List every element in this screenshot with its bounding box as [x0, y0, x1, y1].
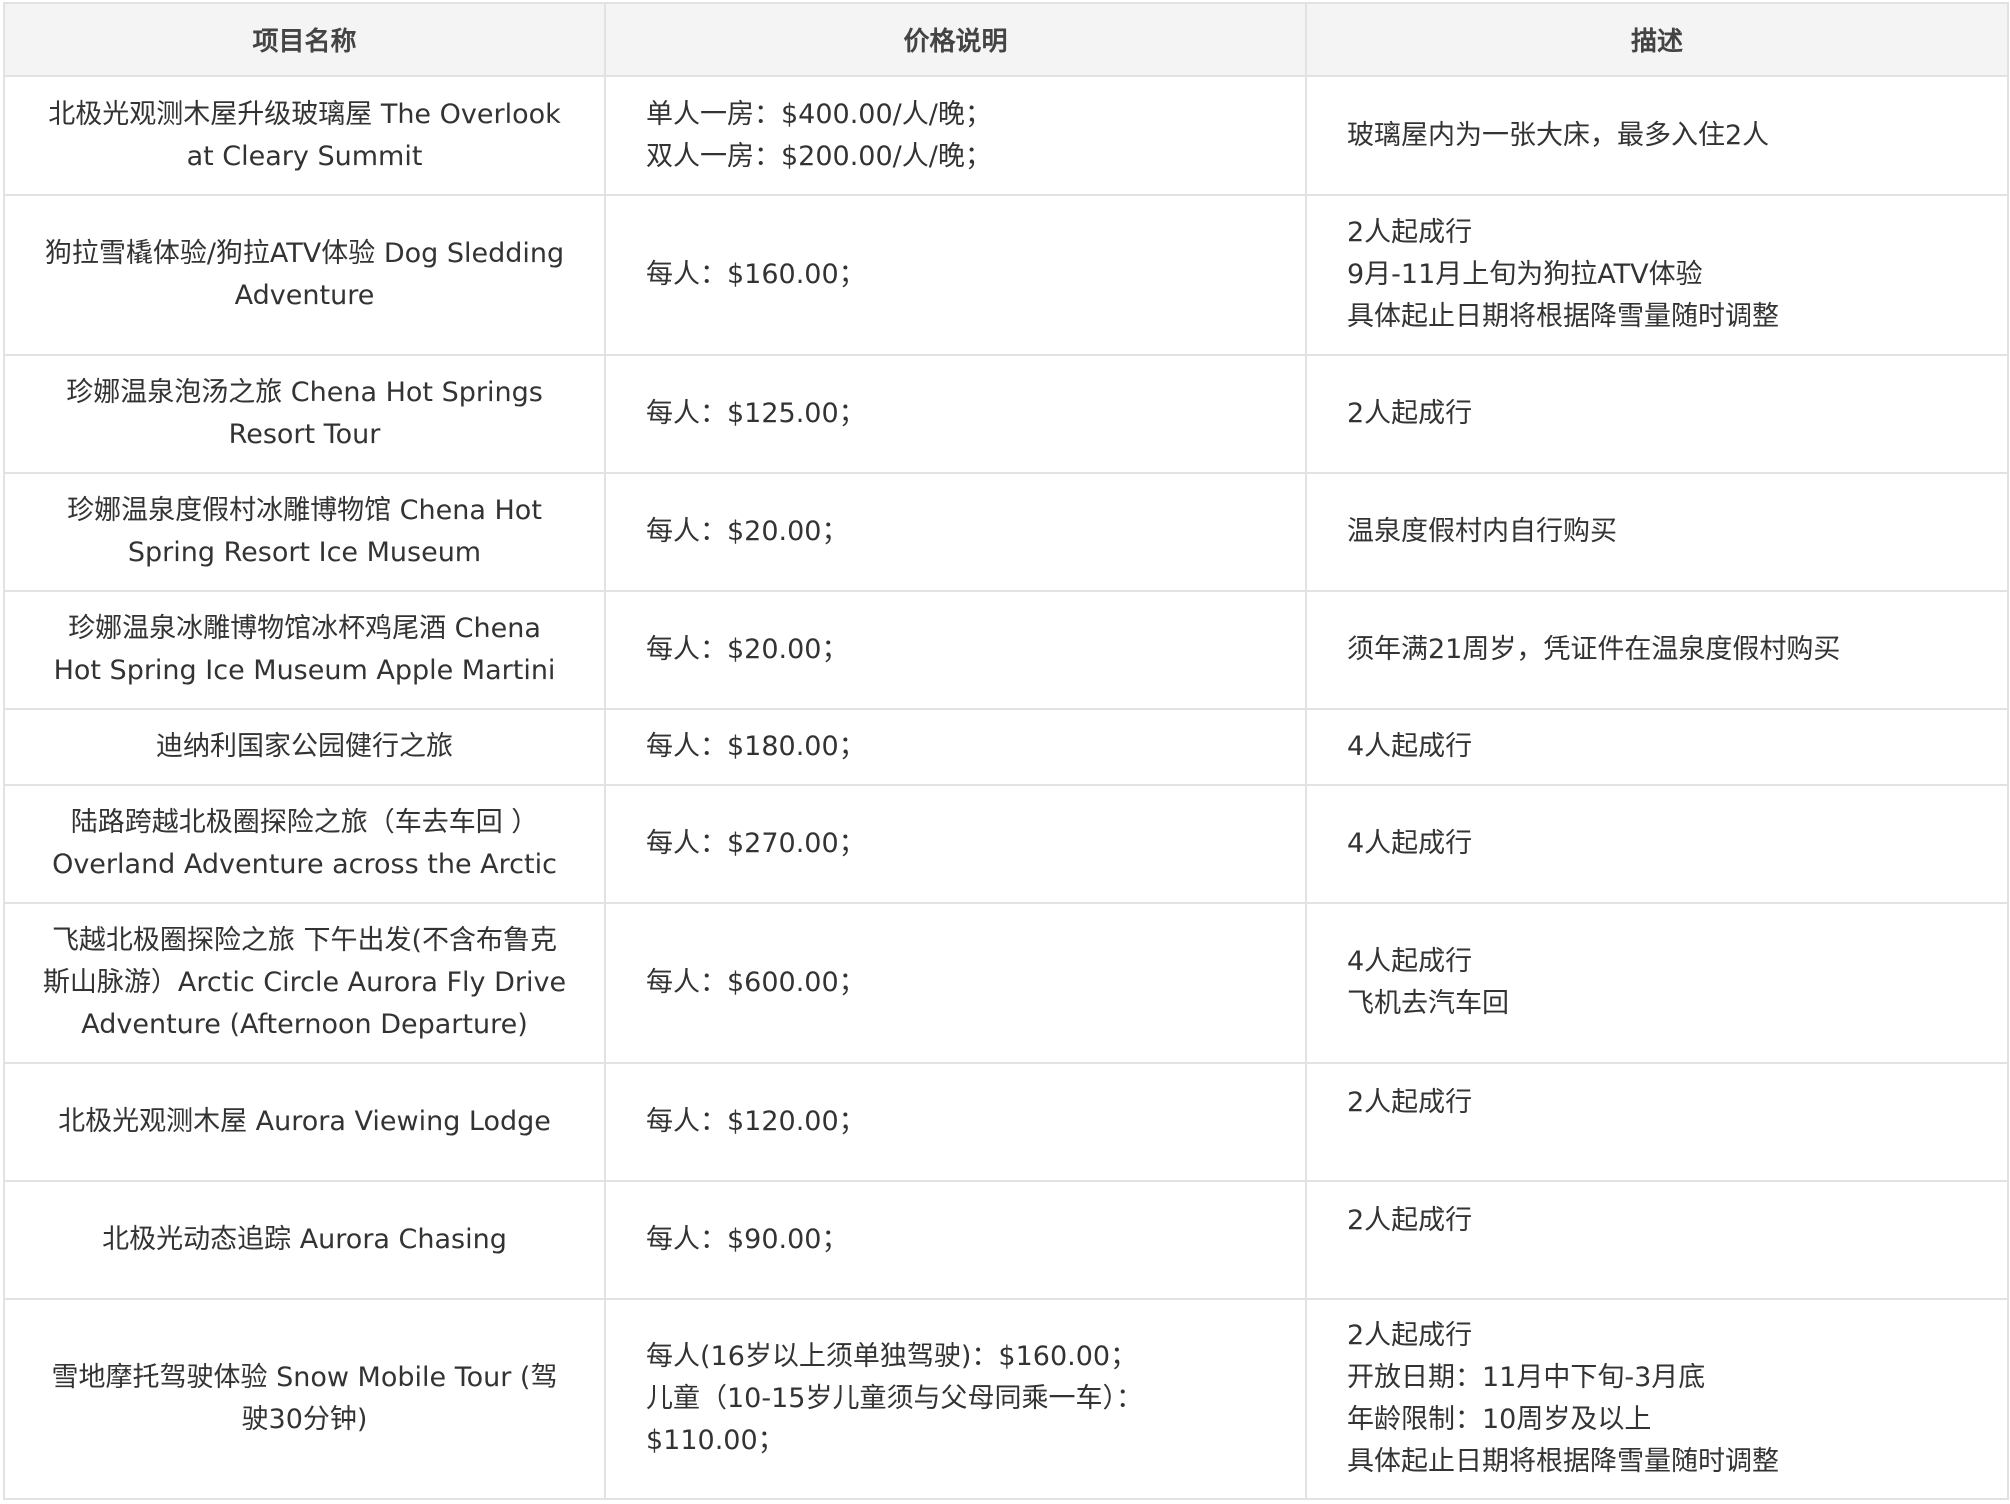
- description-line: 9月-11月上旬为狗拉ATV体验: [1347, 259, 1703, 290]
- price-line: 每人：$600.00；: [646, 967, 866, 998]
- description-cell: 须年满21周岁，凭证件在温泉度假村购买: [1305, 590, 2009, 710]
- table-header-row: 项目名称 价格说明 描述: [3, 2, 2009, 77]
- price-cell: 每人：$180.00；: [604, 708, 1307, 786]
- table-row: 北极光动态追踪 Aurora Chasing 每人：$90.00； 2人起成行: [3, 1180, 2009, 1300]
- description-cell: 2人起成行 开放日期：11月中下旬-3月底 年龄限制：10周岁及以上 具体起止日…: [1305, 1298, 2009, 1500]
- price-cell: 每人：$600.00；: [604, 902, 1307, 1064]
- price-line: 每人(16岁以上须单独驾驶)：$160.00；: [646, 1341, 1138, 1372]
- item-name: 陆路跨越北极圈探险之旅（车去车回 ）Overland Adventure acr…: [3, 784, 606, 904]
- description-line: 2人起成行: [1347, 1087, 1473, 1118]
- description-line: 开放日期：11月中下旬-3月底: [1347, 1362, 1706, 1393]
- description-cell: 2人起成行: [1305, 1062, 2009, 1182]
- price-cell: 每人：$270.00；: [604, 784, 1307, 904]
- table-row: 珍娜温泉度假村冰雕博物馆 Chena Hot Spring Resort Ice…: [3, 472, 2009, 592]
- item-name: 北极光观测木屋 Aurora Viewing Lodge: [3, 1062, 606, 1182]
- table-row: 狗拉雪橇体验/狗拉ATV体验 Dog Sledding Adventure 每人…: [3, 194, 2009, 356]
- item-name: 珍娜温泉冰雕博物馆冰杯鸡尾酒 Chena Hot Spring Ice Muse…: [3, 590, 606, 710]
- price-cell: 单人一房：$400.00/人/晚； 双人一房：$200.00/人/晚；: [604, 75, 1307, 196]
- header-description: 描述: [1305, 2, 2009, 77]
- description-line: 4人起成行: [1347, 828, 1473, 859]
- price-line: 每人：$120.00；: [646, 1106, 866, 1137]
- table-row: 陆路跨越北极圈探险之旅（车去车回 ）Overland Adventure acr…: [3, 784, 2009, 904]
- description-line: 须年满21周岁，凭证件在温泉度假村购买: [1347, 634, 1841, 665]
- description-line: 4人起成行: [1347, 731, 1473, 762]
- item-name: 北极光观测木屋升级玻璃屋 The Overlook at Cleary Summ…: [3, 75, 606, 196]
- price-line: 每人：$20.00；: [646, 516, 849, 547]
- description-cell: 4人起成行: [1305, 708, 2009, 786]
- price-line: 每人：$125.00；: [646, 398, 866, 429]
- price-cell: 每人：$90.00；: [604, 1180, 1307, 1300]
- price-line: 每人：$160.00；: [646, 259, 866, 290]
- description-cell: 4人起成行: [1305, 784, 2009, 904]
- price-cell: 每人：$120.00；: [604, 1062, 1307, 1182]
- description-cell: 玻璃屋内为一张大床，最多入住2人: [1305, 75, 2009, 196]
- description-line: 玻璃屋内为一张大床，最多入住2人: [1347, 119, 1770, 151]
- description-line: 2人起成行: [1347, 398, 1473, 429]
- description-cell: 4人起成行 飞机去汽车回: [1305, 902, 2009, 1064]
- price-line: 每人：$20.00；: [646, 634, 849, 665]
- header-price: 价格说明: [604, 2, 1307, 77]
- description-line: 飞机去汽车回: [1347, 988, 1509, 1019]
- price-cell: 每人：$160.00；: [604, 194, 1307, 356]
- price-line: 儿童（10-15岁儿童须与父母同乘一车）：: [646, 1383, 1143, 1414]
- table-row: 北极光观测木屋 Aurora Viewing Lodge 每人：$120.00；…: [3, 1062, 2009, 1182]
- item-name: 珍娜温泉度假村冰雕博物馆 Chena Hot Spring Resort Ice…: [3, 472, 606, 592]
- item-name: 雪地摩托驾驶体验 Snow Mobile Tour (驾驶30分钟): [3, 1298, 606, 1500]
- price-cell: 每人(16岁以上须单独驾驶)：$160.00； 儿童（10-15岁儿童须与父母同…: [604, 1298, 1307, 1500]
- description-line: 温泉度假村内自行购买: [1347, 516, 1617, 547]
- table-row: 飞越北极圈探险之旅 下午出发(不含布鲁克斯山脉游）Arctic Circle A…: [3, 902, 2009, 1064]
- price-cell: 每人：$20.00；: [604, 590, 1307, 710]
- table-row: 北极光观测木屋升级玻璃屋 The Overlook at Cleary Summ…: [3, 75, 2009, 196]
- table-row: 雪地摩托驾驶体验 Snow Mobile Tour (驾驶30分钟) 每人(16…: [3, 1298, 2009, 1500]
- description-line: 4人起成行: [1347, 946, 1473, 977]
- item-name: 飞越北极圈探险之旅 下午出发(不含布鲁克斯山脉游）Arctic Circle A…: [3, 902, 606, 1064]
- description-line: 具体起止日期将根据降雪量随时调整: [1347, 1446, 1779, 1477]
- description-line: 2人起成行: [1347, 1320, 1473, 1351]
- item-name: 狗拉雪橇体验/狗拉ATV体验 Dog Sledding Adventure: [3, 194, 606, 356]
- table-row: 迪纳利国家公园健行之旅 每人：$180.00； 4人起成行: [3, 708, 2009, 786]
- table-row: 珍娜温泉泡汤之旅 Chena Hot Springs Resort Tour 每…: [3, 354, 2009, 474]
- header-item-name: 项目名称: [3, 2, 606, 77]
- item-name: 迪纳利国家公园健行之旅: [3, 708, 606, 786]
- description-line: 具体起止日期将根据降雪量随时调整: [1347, 301, 1779, 332]
- price-line: $110.00；: [646, 1425, 785, 1456]
- description-line: 2人起成行: [1347, 1205, 1473, 1236]
- description-cell: 温泉度假村内自行购买: [1305, 472, 2009, 592]
- description-cell: 2人起成行: [1305, 1180, 2009, 1300]
- price-line: 每人：$180.00；: [646, 731, 866, 762]
- price-line: 单人一房：$400.00/人/晚；: [646, 98, 992, 130]
- description-cell: 2人起成行: [1305, 354, 2009, 474]
- price-line: 双人一房：$200.00/人/晚；: [646, 140, 992, 172]
- item-name: 珍娜温泉泡汤之旅 Chena Hot Springs Resort Tour: [3, 354, 606, 474]
- price-cell: 每人：$125.00；: [604, 354, 1307, 474]
- item-name: 北极光动态追踪 Aurora Chasing: [3, 1180, 606, 1300]
- description-line: 2人起成行: [1347, 217, 1473, 248]
- price-line: 每人：$270.00；: [646, 828, 866, 859]
- description-cell: 2人起成行 9月-11月上旬为狗拉ATV体验 具体起止日期将根据降雪量随时调整: [1305, 194, 2009, 356]
- price-cell: 每人：$20.00；: [604, 472, 1307, 592]
- pricing-table: 项目名称 价格说明 描述 北极光观测木屋升级玻璃屋 The Overlook a…: [3, 2, 2009, 1500]
- description-line: 年龄限制：10周岁及以上: [1347, 1404, 1652, 1435]
- price-line: 每人：$90.00；: [646, 1224, 849, 1255]
- table-row: 珍娜温泉冰雕博物馆冰杯鸡尾酒 Chena Hot Spring Ice Muse…: [3, 590, 2009, 710]
